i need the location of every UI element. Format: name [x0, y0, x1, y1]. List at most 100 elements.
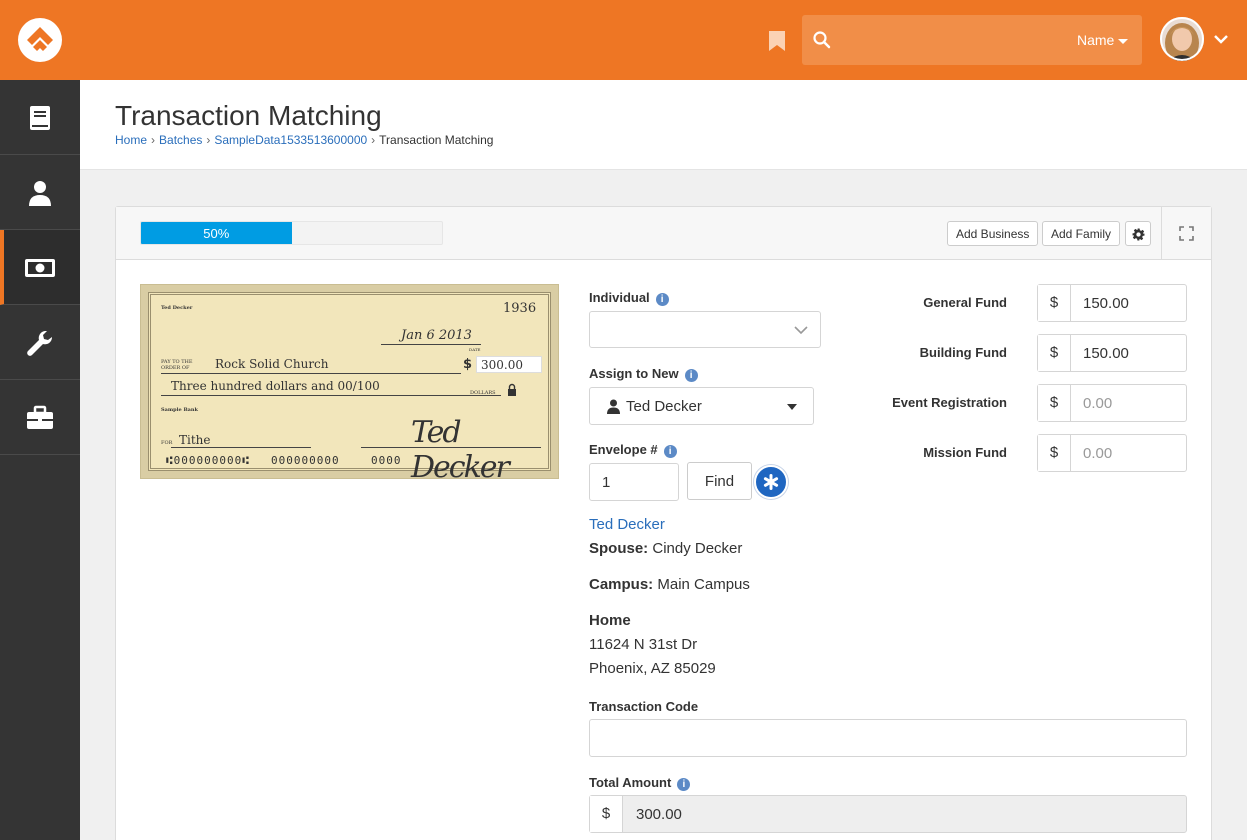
individual-select[interactable] [589, 311, 821, 348]
check-amount-words: Three hundred dollars and 00/100 [171, 379, 380, 393]
signature-line [361, 447, 541, 448]
check-micr-number: 0000 [371, 454, 402, 467]
spouse-value: Cindy Decker [652, 540, 743, 557]
payee-line [161, 373, 461, 374]
check-date-label: DATE [469, 347, 481, 352]
chevron-down-icon[interactable] [1213, 32, 1229, 44]
assign-value: Ted Decker [626, 398, 702, 415]
progress-bar: 50% [140, 221, 443, 245]
currency-addon: $ [1038, 385, 1071, 421]
fund-amount-event[interactable] [1072, 385, 1184, 421]
settings-button[interactable] [1125, 221, 1151, 246]
spouse-line: Spouse: Cindy Decker [589, 540, 742, 557]
transaction-code-input[interactable] [589, 719, 1187, 757]
bookmark-icon[interactable] [768, 30, 786, 52]
check-bank: Sample Bank [161, 407, 199, 413]
rock-logo-icon[interactable] [18, 18, 62, 62]
page-title: Transaction Matching [115, 100, 382, 131]
chevron-right-icon: › [206, 133, 211, 147]
breadcrumb: Home › Batches › SampleData1533513600000 › Tra… [115, 133, 493, 147]
fund-input-building[interactable]: $ [1037, 334, 1187, 372]
total-amount-field: $ 300.00 [589, 795, 1187, 833]
check-number: 1936 [503, 301, 537, 316]
transaction-code-label: Transaction Code [589, 699, 699, 714]
check-amount: 300.00 [481, 358, 523, 372]
breadcrumb-batches[interactable]: Batches [159, 133, 202, 147]
transaction-code-field[interactable] [590, 720, 1186, 756]
individual-label-text: Individual [589, 290, 650, 305]
assign-label: Assign to New i [589, 366, 698, 382]
book-icon [30, 106, 50, 130]
date-line [381, 344, 481, 345]
fund-label-event: Event Registration [892, 395, 1007, 410]
assign-label-text: Assign to New [589, 366, 679, 381]
currency-addon: $ [1038, 435, 1071, 471]
check-micr-account: 000000000 [271, 454, 340, 467]
address-label: Home [589, 612, 631, 629]
check-for-label: FOR [161, 440, 173, 446]
individual-label: Individual i [589, 290, 669, 306]
find-button[interactable]: Find [687, 462, 752, 500]
user-icon [607, 399, 620, 414]
fund-input-mission[interactable]: $ [1037, 434, 1187, 472]
caret-down-icon [1118, 38, 1129, 44]
memo-line [171, 447, 311, 448]
fund-amount-general[interactable] [1072, 285, 1184, 321]
envelope-label: Envelope # i [589, 442, 677, 458]
search-filter-label: Name [1077, 32, 1115, 48]
asterisk-button[interactable] [754, 465, 788, 499]
fund-label-mission: Mission Fund [923, 445, 1007, 460]
transaction-matching-panel: 50% Add Business Add Family Ted Decker 1… [115, 206, 1212, 840]
assign-dropdown[interactable]: Ted Decker [589, 387, 814, 425]
money-icon [25, 259, 55, 277]
add-business-button[interactable]: Add Business [947, 221, 1039, 246]
envelope-input[interactable] [589, 463, 679, 501]
add-family-button[interactable]: Add Family [1042, 221, 1121, 246]
fund-amount-building[interactable] [1072, 335, 1184, 371]
currency-addon: $ [1038, 285, 1071, 321]
search-box: Name [802, 15, 1142, 65]
sidebar-item-tools[interactable] [0, 305, 80, 380]
check-payto-label: PAY TO THE ORDER OF [161, 359, 193, 371]
address-line2: Phoenix, AZ 85029 [589, 660, 716, 677]
panel-toolbar: 50% Add Business Add Family [116, 207, 1211, 260]
total-amount-label-text: Total Amount [589, 775, 672, 790]
wrench-icon [27, 330, 53, 356]
total-amount-value: 300.00 [636, 806, 682, 823]
spouse-label: Spouse: [589, 540, 649, 557]
toolbar-divider [1161, 207, 1162, 260]
info-icon[interactable]: i [684, 369, 698, 382]
info-icon[interactable]: i [677, 778, 691, 791]
chevron-right-icon: › [151, 133, 156, 147]
total-amount-label: Total Amount i [589, 775, 691, 791]
check-owner: Ted Decker [161, 305, 193, 311]
breadcrumb-home[interactable]: Home [115, 133, 147, 147]
sidebar-item-admin[interactable] [0, 380, 80, 455]
campus-line: Campus: Main Campus [589, 576, 750, 593]
search-filter-dropdown[interactable]: Name [1077, 32, 1129, 48]
fund-input-event[interactable]: $ [1037, 384, 1187, 422]
campus-value: Main Campus [657, 576, 750, 593]
chevron-down-icon [794, 326, 808, 335]
check-signature: Ted Decker [411, 415, 510, 485]
fund-input-general[interactable]: $ [1037, 284, 1187, 322]
top-bar: Name [0, 0, 1247, 80]
fund-amount-mission[interactable] [1072, 435, 1184, 471]
sidebar-item-books[interactable] [0, 80, 80, 155]
breadcrumb-batch[interactable]: SampleData1533513600000 [214, 133, 367, 147]
person-name-link[interactable]: Ted Decker [589, 516, 665, 533]
avatar[interactable] [1160, 17, 1204, 61]
campus-label: Campus: [589, 576, 654, 593]
envelope-label-text: Envelope # [589, 442, 658, 457]
info-icon[interactable]: i [663, 445, 677, 458]
sidebar-item-people[interactable] [0, 155, 80, 230]
fund-label-general: General Fund [923, 295, 1007, 310]
envelope-input-field[interactable] [590, 464, 678, 500]
sidebar [0, 80, 80, 840]
sidebar-item-finance[interactable] [0, 230, 80, 305]
breadcrumb-current: Transaction Matching [379, 133, 494, 147]
info-icon[interactable]: i [655, 293, 669, 306]
check-dollars-label: DOLLARS [470, 390, 496, 396]
fullscreen-icon[interactable] [1179, 226, 1194, 241]
search-input[interactable] [840, 25, 1060, 55]
